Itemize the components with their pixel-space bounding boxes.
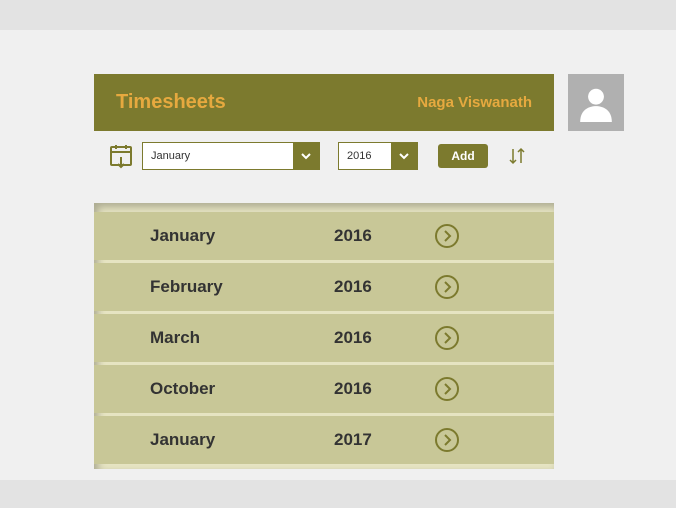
timesheet-row-year: 2016	[334, 328, 434, 348]
timesheet-row-month: October	[150, 379, 334, 399]
month-select[interactable]: January	[142, 142, 320, 170]
open-timesheet-button[interactable]	[434, 274, 460, 300]
timesheet-row-month: January	[150, 226, 334, 246]
bottombar-spacer	[0, 480, 676, 508]
timesheet-row[interactable]: February2016	[94, 263, 554, 311]
timesheet-row-year: 2017	[334, 430, 434, 450]
calendar-icon	[106, 143, 136, 169]
avatar-placeholder-icon	[577, 84, 615, 122]
header-row: Timesheets Naga Viswanath	[94, 74, 624, 131]
chevron-down-icon	[391, 143, 417, 169]
year-select-value: 2016	[339, 143, 391, 169]
timesheet-row[interactable]: January2016	[94, 212, 554, 260]
page-title: Timesheets	[116, 91, 226, 114]
timesheet-row-year: 2016	[334, 226, 434, 246]
page-background: Timesheets Naga Viswanath	[0, 30, 676, 480]
chevron-down-icon	[293, 143, 319, 169]
timesheet-row-year: 2016	[334, 277, 434, 297]
timesheet-row-month: March	[150, 328, 334, 348]
chevron-right-circle-icon	[434, 376, 460, 402]
chevron-right-circle-icon	[434, 223, 460, 249]
timesheet-row-year: 2016	[334, 379, 434, 399]
timesheet-row-month: February	[150, 277, 334, 297]
main-container: Timesheets Naga Viswanath	[94, 74, 624, 469]
sort-icon[interactable]	[508, 145, 526, 167]
timesheet-row[interactable]: October2016	[94, 365, 554, 413]
avatar[interactable]	[568, 74, 624, 131]
timesheet-row-month: January	[150, 430, 334, 450]
month-select-value: January	[143, 143, 293, 169]
chevron-right-circle-icon	[434, 274, 460, 300]
chevron-right-circle-icon	[434, 427, 460, 453]
user-name-label: Naga Viswanath	[417, 94, 532, 111]
timesheet-row[interactable]: March2016	[94, 314, 554, 362]
open-timesheet-button[interactable]	[434, 325, 460, 351]
add-button[interactable]: Add	[438, 144, 488, 168]
open-timesheet-button[interactable]	[434, 427, 460, 453]
timesheet-list-container: January2016February2016March2016October2…	[94, 203, 554, 469]
open-timesheet-button[interactable]	[434, 223, 460, 249]
year-select[interactable]: 2016	[338, 142, 418, 170]
open-timesheet-button[interactable]	[434, 376, 460, 402]
timesheet-row[interactable]: January2017	[94, 416, 554, 464]
controls-row: January 2016 Add	[94, 141, 624, 171]
chevron-right-circle-icon	[434, 325, 460, 351]
page-header: Timesheets Naga Viswanath	[94, 74, 554, 131]
timesheet-list-scroll[interactable]: January2016February2016March2016October2…	[94, 209, 554, 469]
topbar-spacer	[0, 0, 676, 30]
